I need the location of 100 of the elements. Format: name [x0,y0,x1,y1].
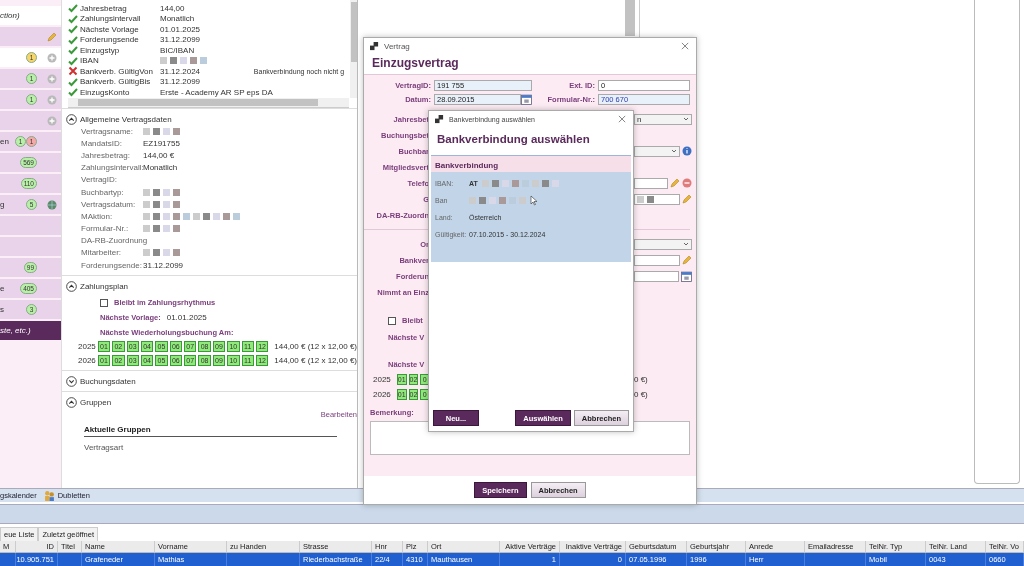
year-label: 2026 [78,356,96,366]
year-total: 144,00 € (12 x 12,00 €) [274,356,358,366]
check-icon [68,55,78,66]
check-icon [68,34,78,45]
sidebar-item[interactable]: ction) [0,6,61,25]
check-label: EinzugsKonto [80,87,131,97]
add-icon [47,94,57,105]
caret-icon [683,116,689,122]
check-label: Bankverb. GültigVon [80,66,154,76]
people-icon [43,490,55,502]
field-label: Zahlungsintervall: [81,163,144,173]
check-label: Bankverb. GültigBis [80,77,152,87]
section-title[interactable]: Gruppen [80,397,112,407]
check-label: Jahresbetrag [80,3,128,13]
pixelated-value [143,224,180,233]
info-icon [682,146,692,156]
caret-icon [671,148,677,154]
check-label: Forderungsende [80,35,140,45]
field-label: DA-RB-Zuordnung [81,236,148,246]
check-value: 31.12.2099 [160,77,202,87]
dropdown[interactable] [634,238,692,250]
sidebar-item[interactable] [0,111,61,130]
check-icon [68,24,78,35]
section-header: Bankverbindung [431,155,631,172]
check-icon [68,87,78,98]
field-value: 01.01.2025 [166,313,207,323]
input-field[interactable] [634,254,680,266]
field-value: 144,00 € [143,150,175,160]
field-label: Jahresbetrag: [81,150,130,160]
group-item: Vertragsart [84,443,125,453]
field-label: Vertragsname: [81,126,134,136]
year-total: 0 €) [634,390,648,399]
window-icon [370,41,379,51]
check-value: Monatlich [160,14,196,24]
add-icon [47,115,57,126]
caret-icon [683,241,689,247]
field-label: MandatsID: [81,138,122,148]
check-icon [68,76,78,87]
scrollbar[interactable] [68,98,349,108]
year-total: 144,00 € (12 x 12,00 €) [274,342,358,352]
field-label: Buchbartyp: [81,187,124,197]
field-value: Monatlich [143,163,178,173]
field-value: 31.12.2099 [143,260,184,270]
year-label: 2025 [373,375,391,384]
check-value: 31.12.2099 [160,35,202,45]
year-label: 2026 [373,390,391,399]
checkbox[interactable] [388,316,396,325]
field-label: Vertragsdatum: [81,199,136,209]
sidebar-item[interactable] [0,27,61,46]
field-label: Forderungsende: [81,260,142,270]
dialog-heading: Bankverbindung auswählen [436,132,591,147]
pencil-icon [47,31,57,42]
check-label: Zahlungsintervall [80,14,142,24]
dropdown[interactable] [634,145,680,157]
check-value: 31.12.2024 [160,66,202,76]
calendar-icon [681,270,692,282]
pencil-icon [682,255,692,265]
expand-icon [66,375,77,387]
section-title[interactable]: Zahlungsplan [80,281,129,291]
check-icon [68,3,78,14]
close-icon [618,114,627,124]
date-field[interactable] [634,270,679,282]
check-label: IBAN [80,56,100,66]
year-total: 0 €) [634,375,648,384]
input-field[interactable] [634,177,668,189]
check-value: 01.01.2025 [160,24,202,34]
sidebar-item[interactable]: ste, etc.) [0,321,61,340]
globe-icon [47,199,57,210]
mouse-pointer-icon [530,195,538,206]
scrollbar[interactable] [350,0,357,98]
scrollbar[interactable] [625,0,635,36]
table-cell [805,553,866,566]
remove-icon [682,178,692,188]
calendar-icon [521,94,532,105]
window-title: Vertrag [384,41,410,51]
add-icon [47,73,57,84]
check-value: Erste - Academy AR SP eps DA [160,87,274,97]
input-field[interactable] [634,193,680,205]
pixelated-value [143,127,180,136]
pixelated-value [143,200,180,209]
field-label: MAktion: [81,211,113,221]
section-title[interactable]: Buchungsdaten [80,376,136,386]
check-icon [68,45,78,56]
dropdown[interactable]: n [634,113,692,125]
dialog-heading: Einzugsvertrag [371,55,460,72]
add-icon [47,52,57,63]
pixelated-value [143,248,180,257]
check-value: 144,00 [160,3,186,13]
pixelated-value [143,188,180,197]
field-label: VertragID: [81,175,117,185]
check-icon [68,13,78,24]
field-label: Mitarbeiter: [81,248,121,258]
collapse-icon [66,396,77,408]
checkbox[interactable] [100,298,108,307]
field-label: Formular-Nr.: [81,224,129,234]
close-icon [681,41,690,51]
groups-heading: Aktuelle Gruppen [84,419,337,438]
section-title[interactable]: Allgemeine Vertragsdaten [80,114,172,124]
table-cell [58,553,82,566]
pixelated-value [469,196,526,205]
